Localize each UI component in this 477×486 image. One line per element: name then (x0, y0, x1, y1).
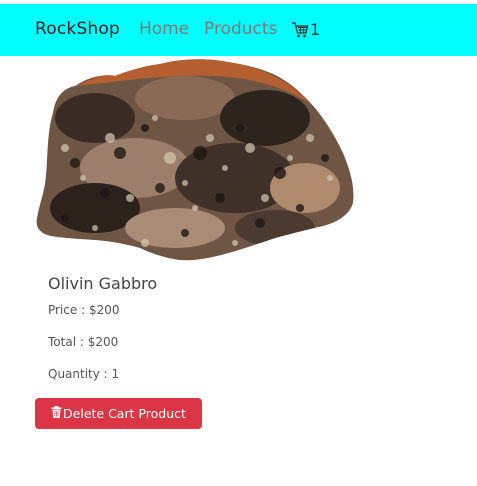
product-total: Total : $200 (48, 335, 119, 349)
product-price: Price : $200 (48, 303, 120, 317)
trash-icon (51, 406, 63, 421)
nav-home-link[interactable]: Home (139, 19, 189, 39)
product-quantity: Quantity : 1 (48, 367, 120, 381)
product-image (35, 58, 355, 263)
cart-icon (291, 21, 309, 39)
nav-products-link[interactable]: Products (204, 19, 277, 39)
cart-count: 1 (310, 20, 321, 39)
delete-button-label: Delete Cart Product (63, 406, 186, 421)
brand-link[interactable]: RockShop (35, 19, 120, 39)
navbar: RockShop Home Products 1 (0, 4, 477, 56)
cart-link[interactable]: 1 (291, 19, 320, 41)
delete-cart-product-button[interactable]: Delete Cart Product (35, 398, 202, 429)
product-name: Olivin Gabbro (48, 274, 158, 293)
